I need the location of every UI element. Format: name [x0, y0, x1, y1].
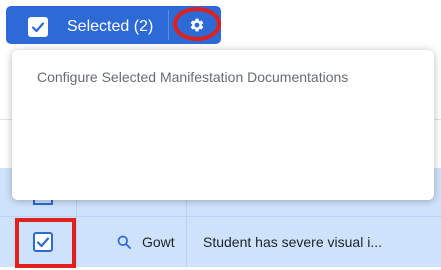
selected-count-label[interactable]: Selected (2) — [67, 16, 153, 38]
button-divider — [168, 10, 169, 40]
check-icon — [31, 22, 45, 33]
annotation-highlight-circle — [173, 7, 221, 41]
search-icon[interactable] — [117, 235, 131, 249]
student-name-cell: Gowt — [142, 234, 175, 250]
description-cell: Student has severe visual i... — [203, 234, 382, 250]
configure-popup: Configure Selected Manifestation Documen… — [12, 50, 434, 200]
select-all-checkbox[interactable] — [28, 17, 48, 37]
annotation-highlight-rect — [15, 218, 76, 268]
row-divider — [0, 216, 441, 217]
popup-title[interactable]: Configure Selected Manifestation Documen… — [37, 67, 348, 87]
